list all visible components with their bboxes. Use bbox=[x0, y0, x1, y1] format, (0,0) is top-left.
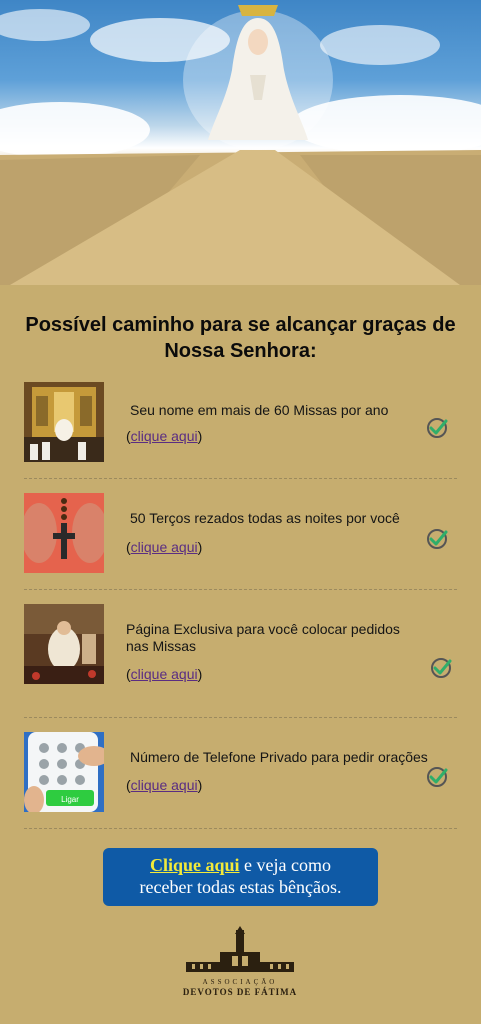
page-title: Possível caminho para se alcançar graças… bbox=[25, 314, 456, 362]
logo-association-label: ASSOCIAÇÃO bbox=[202, 978, 278, 986]
church-altar-thumbnail bbox=[24, 382, 104, 462]
benefit-link-line: (clique aqui) bbox=[126, 777, 202, 793]
divider bbox=[24, 589, 457, 590]
cta-button[interactable]: Clique aqui e veja como receber todas es… bbox=[103, 848, 378, 906]
priest-altar-thumbnail bbox=[24, 604, 104, 684]
divider bbox=[24, 828, 457, 829]
benefit-link-line: (clique aqui) bbox=[126, 666, 202, 682]
cta-line1-rest: e veja como bbox=[239, 855, 331, 875]
paren-close: ) bbox=[197, 428, 203, 444]
benefit-text: Seu nome em mais de 60 Missas por ano bbox=[130, 402, 389, 418]
clique-aqui-link[interactable]: clique aqui bbox=[131, 428, 198, 444]
benefit-text: 50 Terços rezados todas as noites por vo… bbox=[130, 510, 400, 526]
clique-aqui-link[interactable]: clique aqui bbox=[131, 777, 198, 793]
clique-aqui-link[interactable]: clique aqui bbox=[131, 666, 198, 682]
paren-close: ) bbox=[197, 539, 203, 555]
clique-aqui-link[interactable]: clique aqui bbox=[131, 539, 198, 555]
paren-close: ) bbox=[197, 777, 203, 793]
benefit-link-line: (clique aqui) bbox=[126, 428, 202, 444]
cta-highlight: Clique aqui bbox=[149, 855, 240, 875]
checkmark-icon bbox=[427, 418, 448, 438]
cta-line-2: receber todas estas bênçãos. bbox=[139, 877, 342, 897]
checkmark-icon bbox=[427, 767, 448, 787]
paren-close: ) bbox=[197, 666, 203, 682]
phone-call-label: Ligar bbox=[61, 795, 79, 804]
cta-line-1: Clique aqui e veja como bbox=[103, 854, 378, 876]
logo-name: DEVOTOS DE FÁTIMA bbox=[182, 987, 298, 997]
benefit-text: Página Exclusiva para você colocar pedid… bbox=[126, 621, 400, 654]
benefit-text: Número de Telefone Privado para pedir or… bbox=[130, 749, 428, 765]
rosary-thumbnail bbox=[24, 493, 104, 573]
divider bbox=[24, 478, 457, 479]
checkmark-icon bbox=[427, 529, 448, 549]
phone-thumbnail: Ligar bbox=[24, 732, 104, 812]
benefit-link-line: (clique aqui) bbox=[126, 539, 202, 555]
hero-illustration bbox=[0, 5, 481, 285]
hero-image bbox=[0, 0, 481, 285]
checkmark-icon bbox=[431, 658, 452, 678]
divider bbox=[24, 717, 457, 718]
